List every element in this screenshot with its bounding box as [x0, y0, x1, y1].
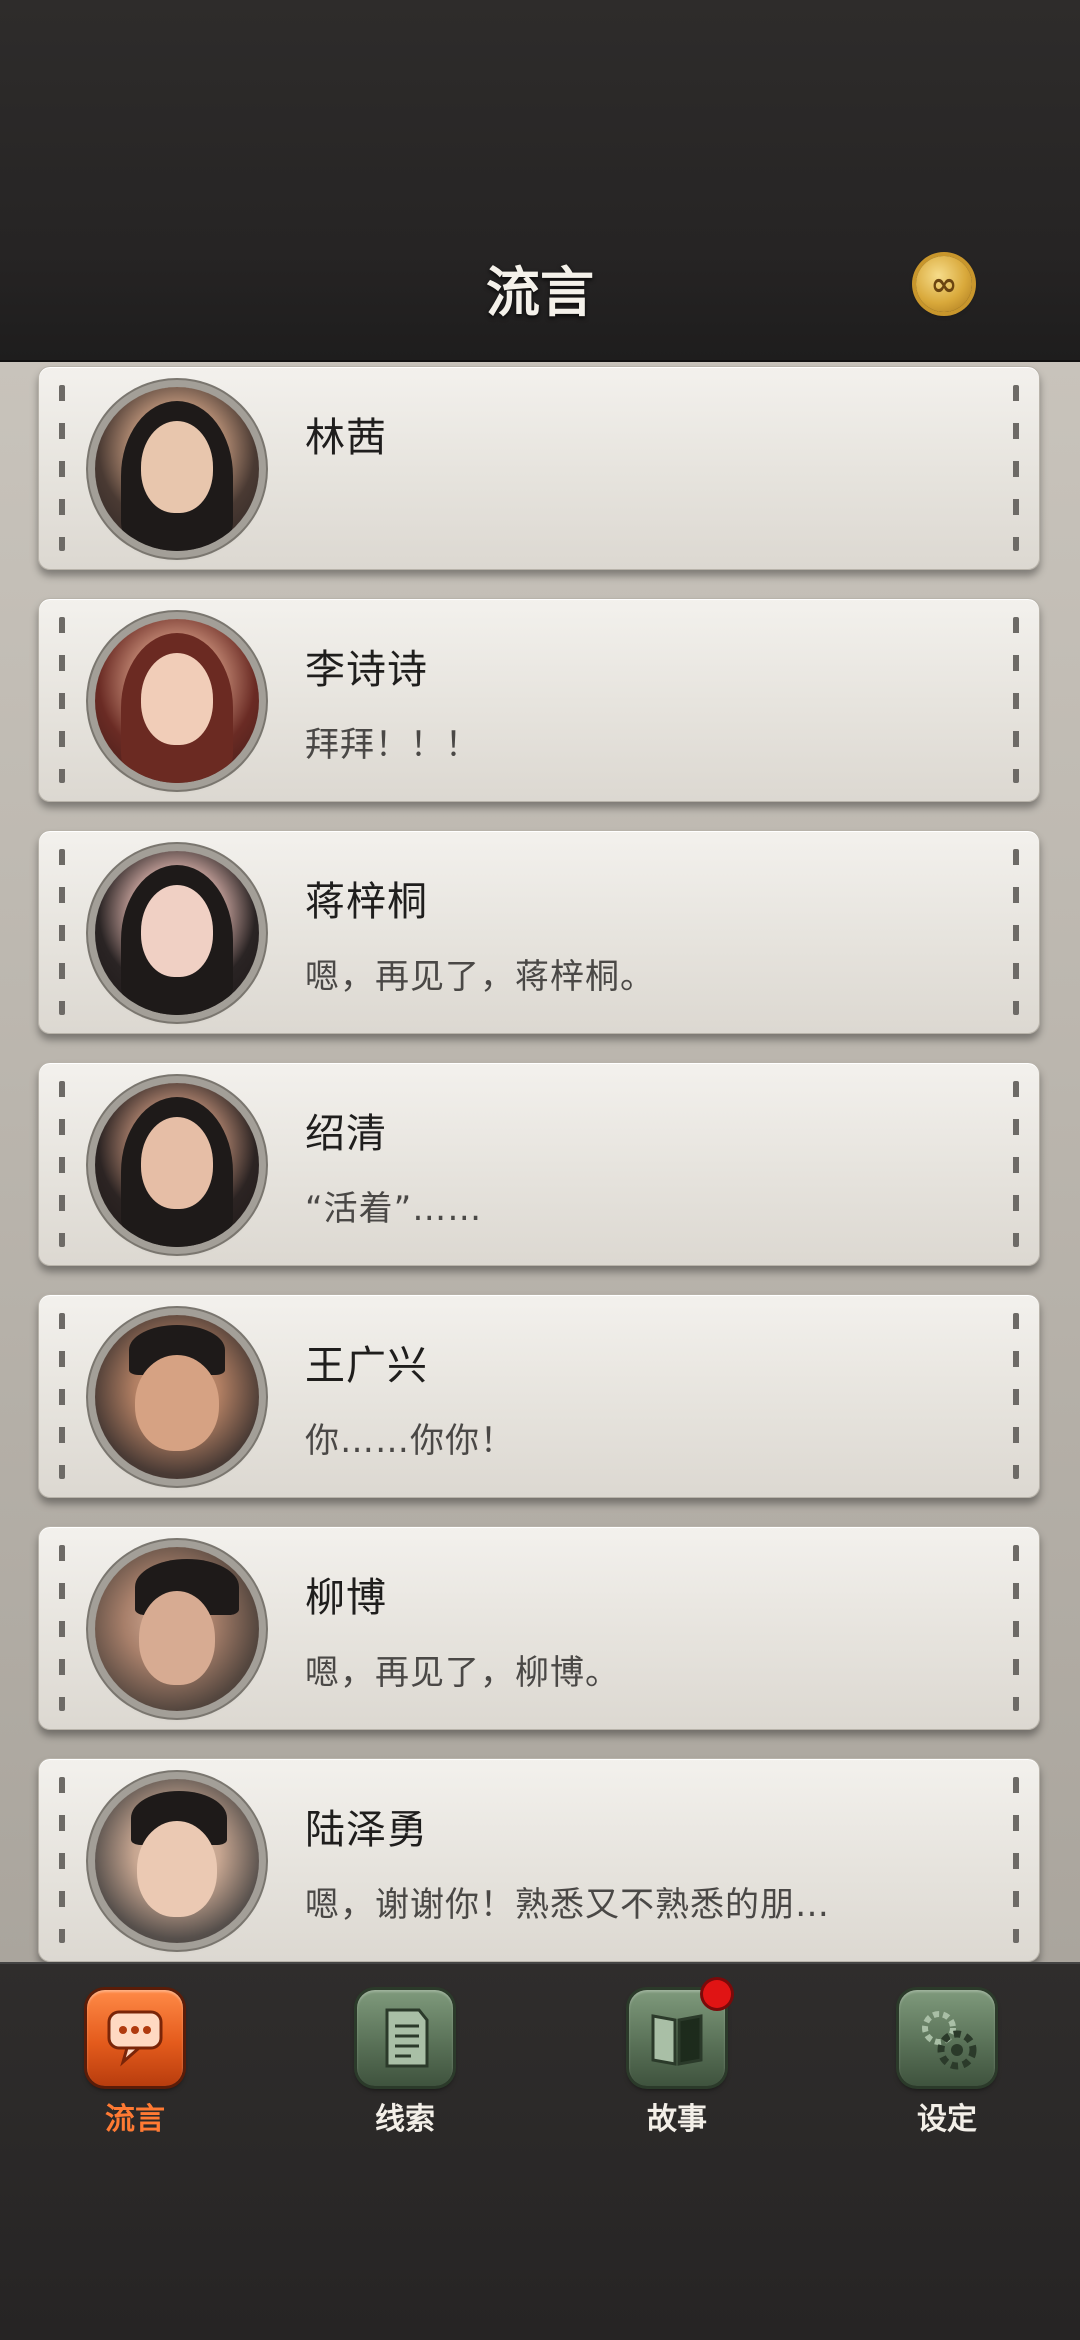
- nav-label: 线索: [375, 2102, 435, 2137]
- card-stitch-left: [59, 617, 65, 783]
- card-stitch-left: [59, 1081, 65, 1247]
- card-stitch-right: [1013, 849, 1019, 1015]
- card-stitch-left: [59, 849, 65, 1015]
- nav-label: 故事: [647, 2102, 707, 2137]
- contact-name: 蒋梓桐: [305, 879, 428, 925]
- contact-name: 柳博: [305, 1575, 387, 1621]
- card-stitch-left: [59, 1777, 65, 1943]
- card-stitch-right: [1013, 385, 1019, 551]
- contact-card[interactable]: 林茜: [38, 366, 1040, 570]
- contact-last-message: 嗯，再见了，蒋梓桐。: [305, 957, 655, 997]
- nav-item-rumors[interactable]: 流言: [70, 1990, 200, 2137]
- card-stitch-left: [59, 1313, 65, 1479]
- nav-label: 流言: [105, 2102, 165, 2137]
- header-bar: 流言 ∞: [0, 0, 1080, 362]
- nav-item-settings[interactable]: 设定: [882, 1990, 1012, 2137]
- contact-name: 陆泽勇: [305, 1807, 428, 1853]
- nav-item-clues[interactable]: 线索: [340, 1990, 470, 2137]
- avatar: [95, 1779, 259, 1943]
- contact-card[interactable]: 李诗诗 拜拜！！！: [38, 598, 1040, 802]
- card-stitch-left: [59, 385, 65, 551]
- contact-last-message: “活着”……: [305, 1189, 483, 1229]
- coin-symbol: ∞: [930, 265, 958, 303]
- contact-card[interactable]: 陆泽勇 嗯，谢谢你！熟悉又不熟悉的朋…: [38, 1758, 1040, 1962]
- card-stitch-right: [1013, 1313, 1019, 1479]
- bottom-nav: 流言 线索 故事 设定: [0, 1962, 1080, 2340]
- contact-name: 李诗诗: [305, 647, 428, 693]
- avatar: [95, 619, 259, 783]
- contact-name: 王广兴: [305, 1343, 428, 1389]
- app-screen: 流言 ∞ 林茜 李诗诗 拜拜！！！ 蒋梓桐 嗯，再见了，蒋梓桐。 绍清 “活着”…: [0, 0, 1080, 2340]
- contact-card[interactable]: 绍清 “活着”……: [38, 1062, 1040, 1266]
- card-stitch-right: [1013, 617, 1019, 783]
- notification-badge: [703, 1980, 731, 2008]
- nav-label: 设定: [917, 2102, 977, 2137]
- avatar: [95, 1547, 259, 1711]
- nav-item-story[interactable]: 故事: [612, 1980, 742, 2137]
- contact-card[interactable]: 王广兴 你……你你！: [38, 1294, 1040, 1498]
- gear-icon: [899, 1990, 995, 2086]
- card-stitch-right: [1013, 1081, 1019, 1247]
- document-icon: [357, 1990, 453, 2086]
- card-stitch-right: [1013, 1545, 1019, 1711]
- rumor-list: 林茜 李诗诗 拜拜！！！ 蒋梓桐 嗯，再见了，蒋梓桐。 绍清 “活着”…… 王广…: [0, 362, 1080, 1962]
- infinity-coin-icon[interactable]: ∞: [916, 256, 972, 312]
- avatar: [95, 387, 259, 551]
- contact-name: 林茜: [305, 415, 387, 461]
- contact-card[interactable]: 蒋梓桐 嗯，再见了，蒋梓桐。: [38, 830, 1040, 1034]
- contact-card[interactable]: 柳博 嗯，再见了，柳博。: [38, 1526, 1040, 1730]
- book-icon: [629, 1980, 731, 2086]
- contact-last-message: 你……你你！: [305, 1421, 515, 1461]
- contact-last-message: 嗯，再见了，柳博。: [305, 1653, 620, 1693]
- contact-last-message: 拜拜！！！: [305, 725, 480, 765]
- contact-name: 绍清: [305, 1111, 387, 1157]
- chat-bubble-icon: [87, 1990, 183, 2086]
- card-stitch-right: [1013, 1777, 1019, 1943]
- card-stitch-left: [59, 1545, 65, 1711]
- avatar: [95, 851, 259, 1015]
- avatar: [95, 1315, 259, 1479]
- contact-last-message: 嗯，谢谢你！熟悉又不熟悉的朋…: [305, 1885, 830, 1925]
- avatar: [95, 1083, 259, 1247]
